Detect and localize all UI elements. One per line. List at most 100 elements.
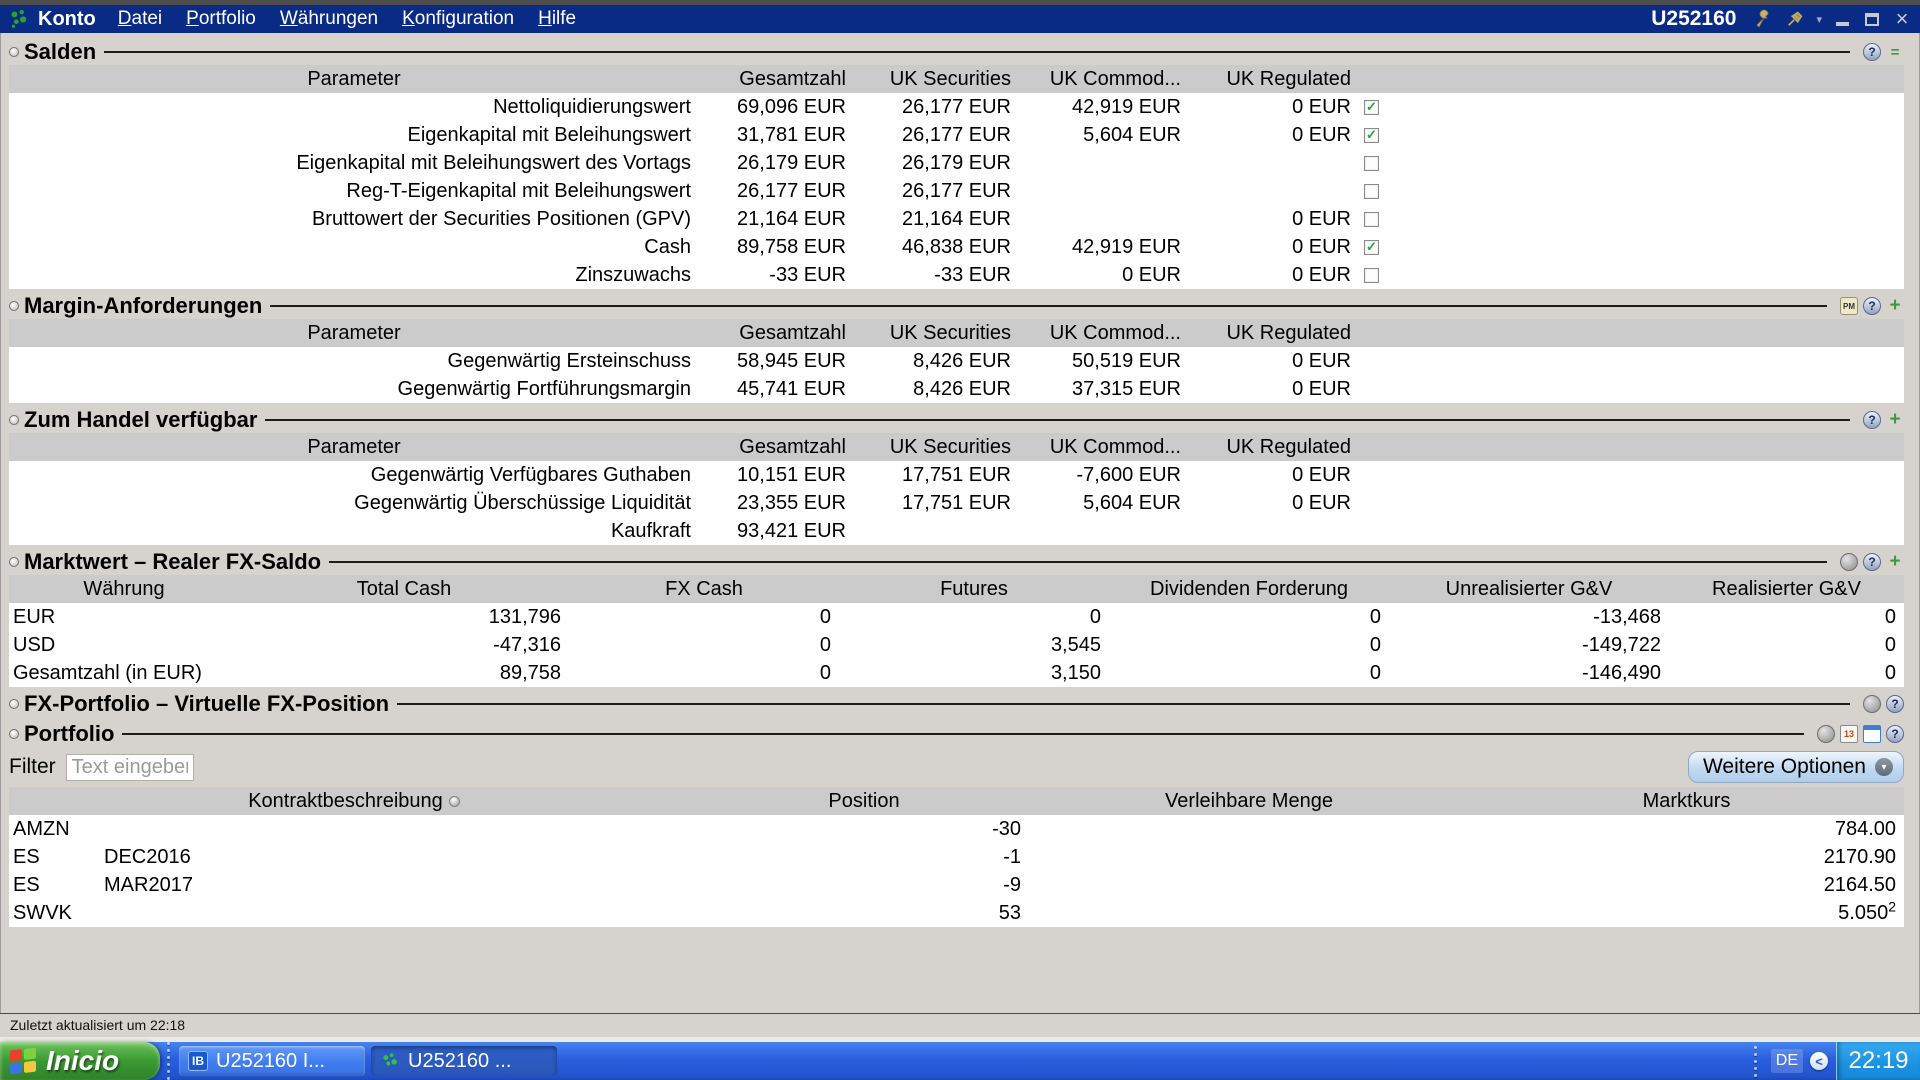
cell-lendable — [1029, 871, 1469, 899]
cell-uk-regulated — [1189, 149, 1359, 177]
cell-fx-cash: 0 — [819, 634, 831, 656]
row-checkbox[interactable] — [1364, 99, 1379, 115]
cell-currency: Gesamtzahl (in EUR) — [13, 662, 202, 684]
filter-label: Filter — [9, 755, 56, 778]
cell-futures: 3,545 — [1050, 634, 1101, 656]
row-checkbox[interactable] — [1364, 267, 1379, 283]
row-checkbox[interactable] — [1364, 183, 1379, 199]
row-checkbox[interactable] — [1364, 155, 1379, 171]
row-checkbox[interactable] — [1364, 127, 1379, 143]
cell-parameter: Gegenwärtig Fortführungsmargin — [397, 378, 691, 400]
table-row[interactable]: SWVK 53 5.0502 — [9, 899, 1904, 927]
tray-chevron-icon[interactable]: < — [1810, 1052, 1828, 1070]
calendar-icon[interactable]: 13 — [1840, 725, 1858, 743]
section-title: Salden — [24, 39, 97, 64]
row-checkbox[interactable] — [1364, 211, 1379, 227]
cell-parameter: Bruttowert der Securities Positionen (GP… — [311, 208, 691, 230]
collapse-toggle-icon[interactable] — [9, 47, 19, 57]
column-position[interactable]: Position — [699, 787, 1029, 815]
cell-total-cash: 131,796 — [488, 606, 561, 628]
help-icon[interactable]: ? — [1863, 411, 1881, 429]
taskbar: Inicio IB U252160 I... U252160 ... DE < … — [0, 1042, 1920, 1080]
table-row[interactable]: ES MAR2017 -9 2164.50 — [9, 871, 1904, 899]
table-row: USD -47,316 0 3,545 0 -149,722 0 — [9, 631, 1904, 659]
collapse-toggle-icon[interactable] — [9, 557, 19, 567]
taskbar-button-account-window[interactable]: U252160 ... — [371, 1046, 557, 1076]
minimize-button[interactable] — [1832, 9, 1852, 29]
table-row[interactable]: ES DEC2016 -1 2170.90 — [9, 843, 1904, 871]
cell-symbol: SWVK — [13, 902, 72, 924]
cell-parameter: Zinszuwachs — [575, 264, 691, 286]
detach-window-icon[interactable] — [1863, 725, 1881, 743]
menu-datei[interactable]: Datei — [118, 8, 162, 30]
help-icon[interactable]: ? — [1886, 695, 1904, 713]
add-icon[interactable]: + — [1886, 295, 1904, 316]
column-kontraktbeschreibung[interactable]: Kontraktbeschreibung — [9, 787, 699, 815]
cell-market-price: 5.050 — [1838, 902, 1889, 924]
cell-gesamtzahl: 10,151 EUR — [737, 464, 846, 486]
cell-parameter: Cash — [644, 236, 691, 258]
close-button[interactable]: × — [1892, 8, 1912, 30]
window-title: Konto — [38, 7, 96, 30]
filter-input[interactable] — [65, 753, 194, 781]
cell-uk-commodities: -7,600 EUR — [1076, 464, 1182, 486]
taskbar-button-login-window[interactable]: IB U252160 I... — [179, 1046, 365, 1076]
cell-uk-regulated: 0 EUR — [1292, 264, 1351, 286]
add-icon[interactable]: + — [1886, 409, 1904, 430]
menu-hilfe[interactable]: Hilfe — [538, 8, 576, 30]
column-marktkurs[interactable]: Marktkurs — [1469, 787, 1904, 815]
pin-icon[interactable] — [1784, 8, 1806, 30]
column-verleihbare-menge[interactable]: Verleihbare Menge — [1029, 787, 1469, 815]
hand-icon[interactable] — [1840, 553, 1858, 571]
table-row: Nettoliquidierungswert 69,096 EUR 26,177… — [9, 93, 1904, 121]
collapse-toggle-icon[interactable] — [9, 729, 19, 739]
menu-konfiguration[interactable]: Konfiguration — [402, 8, 514, 30]
cell-uk-securities: 17,751 EUR — [902, 464, 1011, 486]
ib-logo-icon: IB — [188, 1051, 208, 1071]
hand-icon[interactable] — [1817, 725, 1835, 743]
start-button[interactable]: Inicio — [0, 1042, 160, 1080]
menu-waehrungen[interactable]: Währungen — [280, 8, 378, 30]
taskbar-button-label: U252160 I... — [216, 1049, 325, 1072]
fx-table-body: EUR 131,796 0 0 0 -13,468 0 USD -47,316 … — [9, 603, 1904, 687]
maximize-button[interactable] — [1862, 9, 1882, 29]
titlebar-caret-icon[interactable]: ▾ — [1816, 13, 1822, 26]
section-rule — [397, 703, 1850, 705]
windows-logo-icon — [10, 1047, 37, 1075]
collapse-all-icon[interactable]: = — [1886, 43, 1904, 61]
menu-portfolio[interactable]: Portfolio — [186, 8, 256, 30]
account-content: Salden ? = Parameter Gesamtzahl UK Secur… — [0, 33, 1920, 1013]
add-icon[interactable]: + — [1886, 551, 1904, 572]
row-checkbox[interactable] — [1364, 239, 1379, 255]
cell-parameter: Kaufkraft — [610, 520, 691, 542]
column-uk-regulated: UK Regulated — [1226, 68, 1351, 90]
quicklaunch-divider[interactable] — [160, 1042, 176, 1080]
hand-icon[interactable] — [1863, 695, 1881, 713]
try-pm-icon[interactable]: PM — [1840, 297, 1858, 315]
section-rule — [104, 51, 1850, 53]
help-icon[interactable]: ? — [1886, 725, 1904, 743]
more-options-button[interactable]: Weitere Optionen ▾ — [1687, 751, 1904, 783]
cell-parameter: Gegenwärtig Verfügbares Guthaben — [370, 464, 691, 486]
section-header-available: Zum Handel verfügbar ? + — [9, 407, 1904, 433]
wrench-icon[interactable] — [1752, 8, 1774, 30]
cell-uk-commodities: 37,315 EUR — [1072, 378, 1181, 400]
column-dividenden: Dividenden Forderung — [1150, 578, 1348, 600]
collapse-toggle-icon[interactable] — [9, 301, 19, 311]
cell-position: 53 — [998, 902, 1021, 924]
collapse-toggle-icon[interactable] — [9, 415, 19, 425]
language-indicator[interactable]: DE — [1770, 1049, 1803, 1073]
cell-lendable — [1029, 815, 1469, 843]
tray-divider[interactable] — [1748, 1045, 1764, 1077]
cell-realized: 0 — [1884, 634, 1896, 656]
collapse-toggle-icon[interactable] — [9, 699, 19, 709]
help-icon[interactable]: ? — [1863, 297, 1881, 315]
cell-dividends: 0 — [1369, 634, 1381, 656]
help-icon[interactable]: ? — [1863, 43, 1881, 61]
table-row[interactable]: AMZN -30 784.00 — [9, 815, 1904, 843]
column-waehrung: Währung — [83, 578, 165, 600]
cell-uk-regulated: 0 EUR — [1292, 492, 1351, 514]
help-icon[interactable]: ? — [1863, 553, 1881, 571]
margin-table-header: Parameter Gesamtzahl UK Securities UK Co… — [9, 319, 1904, 347]
cell-uk-regulated: 0 EUR — [1292, 350, 1351, 372]
